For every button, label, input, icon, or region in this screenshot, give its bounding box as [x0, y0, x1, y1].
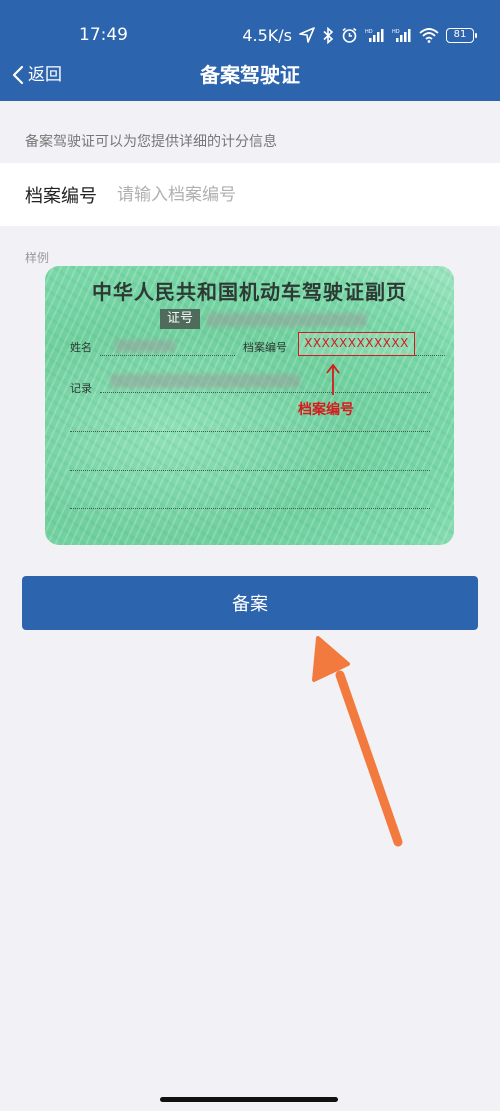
- file-number-label: 档案编号: [25, 185, 97, 207]
- signal-icon: HD: [392, 29, 411, 42]
- sample-label: 样例: [25, 251, 50, 265]
- alarm-icon: [342, 27, 357, 43]
- file-number-input[interactable]: [117, 184, 447, 205]
- wifi-icon: [419, 28, 439, 43]
- status-bar: 17:49 4.5K/s HD HD 81: [0, 0, 500, 50]
- battery-icon: 81: [446, 27, 477, 43]
- card-cert-tag: 证号: [160, 309, 200, 329]
- bluetooth-icon: [323, 26, 334, 44]
- card-file-label: 档案编号: [243, 341, 287, 354]
- nav-bar: 返回 备案驾驶证: [0, 50, 500, 101]
- home-indicator: [160, 1097, 338, 1102]
- blurred-cert-number: [207, 313, 367, 327]
- file-number-example: XXXXXXXXXXXX: [298, 332, 415, 356]
- record-button[interactable]: 备案: [22, 576, 478, 630]
- card-line: [100, 355, 235, 356]
- card-line: [70, 508, 430, 509]
- status-time: 17:49: [79, 25, 128, 45]
- blurred-name: [115, 340, 175, 352]
- card-line: [70, 431, 430, 432]
- location-arrow-icon: [299, 27, 315, 43]
- card-line: [415, 355, 445, 356]
- svg-text:HD: HD: [392, 29, 400, 35]
- card-title: 中华人民共和国机动车驾驶证副页: [92, 280, 407, 304]
- card-record-label: 记录: [70, 382, 92, 395]
- guide-arrow-icon: [312, 636, 403, 847]
- intro-text: 备案驾驶证可以为您提供详细的计分信息: [25, 134, 277, 150]
- card-name-label: 姓名: [70, 341, 92, 354]
- app-header: 17:49 4.5K/s HD HD 81 返回 备案驾驶证: [0, 0, 500, 101]
- file-number-row: 档案编号: [0, 163, 500, 226]
- card-line: [100, 392, 430, 393]
- annotation-label: 档案编号: [298, 402, 354, 418]
- status-icons: 4.5K/s HD HD 81: [242, 24, 477, 46]
- page-title: 备案驾驶证: [200, 63, 300, 87]
- sample-license-image: 中华人民共和国机动车驾驶证副页 证号 姓名 档案编号 XXXXXXXXXXXX …: [45, 266, 454, 545]
- net-speed: 4.5K/s: [242, 25, 292, 45]
- svg-text:HD: HD: [365, 29, 373, 35]
- annotation-arrow-icon: [326, 363, 340, 395]
- blurred-record: [110, 374, 300, 388]
- signal-icon: HD: [365, 29, 384, 42]
- card-line: [70, 470, 430, 471]
